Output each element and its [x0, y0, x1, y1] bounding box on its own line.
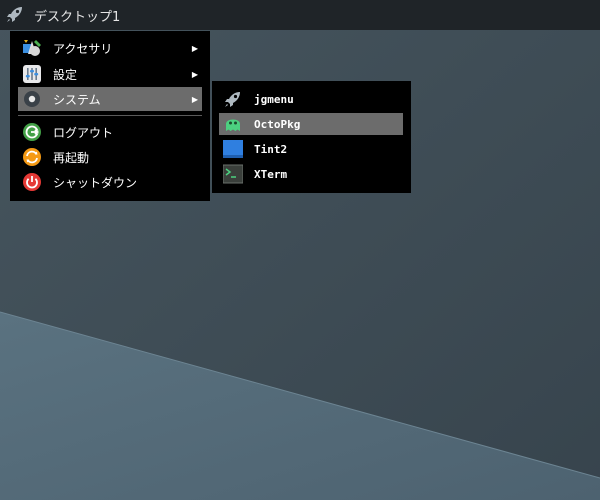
menu-item-logout[interactable]: ログアウト: [18, 120, 202, 144]
desktop-name: デスクトップ1: [34, 9, 121, 25]
menu-separator: [18, 115, 202, 116]
menu-item-label: ログアウト: [53, 125, 114, 140]
menu-item-system[interactable]: システム ▶: [18, 87, 202, 111]
submenu-item-label: Tint2: [254, 142, 288, 156]
menu-item-label: アクセサリ: [53, 41, 113, 56]
menu-item-label: システム: [53, 92, 101, 107]
submenu-arrow-icon: ▶: [191, 69, 199, 79]
system-submenu: jgmenu OctoPkg Tint2 XTerm: [212, 81, 411, 193]
restart-icon: [21, 146, 43, 168]
menu-item-label: シャットダウン: [53, 175, 138, 190]
submenu-item-label: XTerm: [254, 167, 288, 181]
accessories-icon: [21, 37, 43, 59]
system-icon: [21, 88, 43, 110]
menu-item-accessories[interactable]: アクセサリ ▶: [18, 36, 202, 60]
shutdown-icon: [21, 171, 43, 193]
submenu-arrow-icon: ▶: [191, 43, 199, 53]
octopkg-icon: [222, 113, 244, 135]
submenu-item-label: OctoPkg: [254, 117, 301, 131]
top-panel: デスクトップ1: [0, 0, 600, 30]
menu-item-shutdown[interactable]: シャットダウン: [18, 170, 202, 194]
submenu-item-tint2[interactable]: Tint2: [219, 137, 403, 161]
menu-item-label: 設定: [53, 67, 78, 82]
menu-item-settings[interactable]: 設定 ▶: [18, 62, 202, 86]
logout-icon: [21, 121, 43, 143]
submenu-item-xterm[interactable]: XTerm: [219, 162, 403, 186]
submenu-arrow-icon: ▶: [191, 94, 199, 104]
submenu-item-jgmenu[interactable]: jgmenu: [219, 87, 403, 111]
tint2-icon: [222, 138, 244, 160]
menu-item-restart[interactable]: 再起動: [18, 145, 202, 169]
menu-item-label: 再起動: [53, 150, 90, 165]
terminal-icon: [222, 163, 244, 185]
submenu-item-octopkg[interactable]: OctoPkg: [219, 113, 403, 135]
submenu-item-label: jgmenu: [254, 92, 294, 106]
menu-launcher-button[interactable]: [0, 0, 30, 30]
settings-icon: [21, 63, 43, 85]
main-menu: アクセサリ ▶ 設定 ▶ システム ▶ ログアウト 再起動 シャットダウン: [10, 31, 210, 201]
rocket-icon: [222, 88, 244, 110]
rocket-icon: [5, 4, 25, 27]
